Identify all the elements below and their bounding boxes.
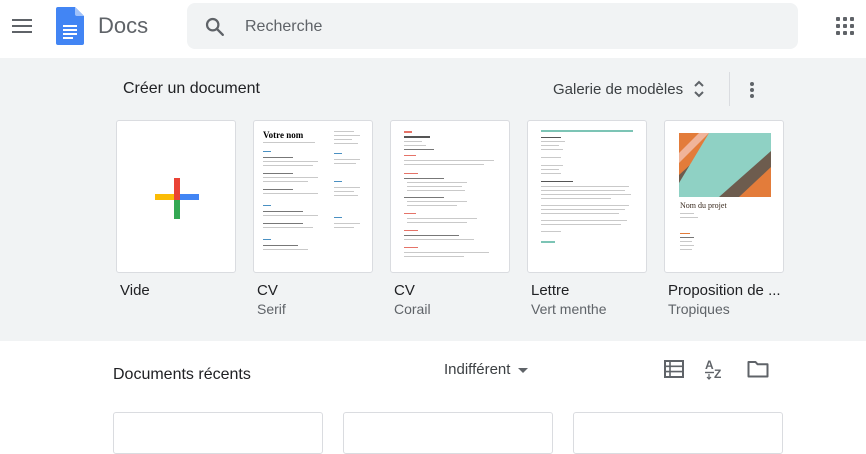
template-subtitle: Vert menthe (531, 301, 607, 317)
recent-document-card[interactable] (573, 412, 783, 454)
svg-text:A: A (705, 358, 714, 372)
template-subtitle: Tropiques (668, 301, 730, 317)
list-view-icon[interactable] (664, 360, 684, 378)
owner-filter-dropdown[interactable]: Indifférent (444, 361, 529, 378)
template-gallery-button[interactable]: Galerie de modèles (553, 79, 705, 99)
dropdown-caret-icon (518, 367, 529, 373)
template-name[interactable]: CV (394, 282, 415, 299)
unfold-icon (694, 80, 704, 98)
more-options-icon[interactable] (744, 80, 760, 100)
svg-text:Z: Z (714, 367, 721, 381)
template-subtitle: Corail (394, 301, 431, 317)
template-card-cv-serif[interactable]: Votre nom (253, 120, 373, 273)
preview-heading: Votre nom (263, 130, 304, 140)
search-icon[interactable] (204, 16, 226, 38)
section-title: Créer un document (123, 80, 260, 97)
recent-document-card[interactable] (343, 412, 553, 454)
docs-logo-icon[interactable] (56, 7, 84, 45)
main-menu-icon[interactable] (11, 15, 33, 37)
divider (729, 72, 730, 106)
recent-documents-title: Documents récents (113, 366, 251, 383)
search-bar[interactable] (187, 3, 798, 49)
top-bar: Docs (0, 0, 866, 56)
template-card-cv-corail[interactable] (390, 120, 510, 273)
template-card-proposition[interactable]: Nom du projet (664, 120, 784, 273)
template-name[interactable]: Lettre (531, 282, 569, 299)
template-subtitle: Serif (257, 301, 286, 317)
gallery-label: Galerie de modèles (553, 80, 684, 98)
template-name[interactable]: Vide (120, 282, 150, 299)
preview-heading: Nom du projet (680, 201, 727, 210)
app-title[interactable]: Docs (98, 13, 148, 39)
template-gallery: Créer un document Galerie de modèles Vid… (0, 58, 866, 341)
owner-filter-label: Indifférent (444, 361, 511, 378)
template-name[interactable]: Proposition de ... (668, 282, 781, 299)
google-apps-icon[interactable] (836, 17, 856, 37)
template-card-blank[interactable] (116, 120, 236, 273)
template-name[interactable]: CV (257, 282, 278, 299)
tropics-illustration (679, 133, 771, 197)
template-card-lettre[interactable] (527, 120, 647, 273)
sort-az-icon[interactable]: A Z (705, 357, 727, 381)
recent-document-card[interactable] (113, 412, 323, 454)
plus-icon (155, 178, 199, 219)
search-input[interactable] (243, 11, 767, 43)
folder-icon[interactable] (747, 360, 769, 378)
